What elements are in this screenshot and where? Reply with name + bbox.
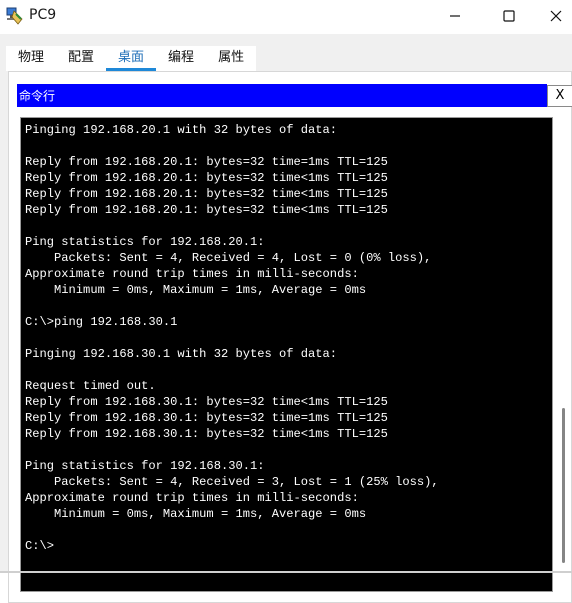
close-command-prompt-button[interactable]: X [547,85,572,107]
scrollbar-thumb[interactable] [562,408,565,563]
terminal-line: Reply from 192.168.20.1: bytes=32 time=1… [25,155,388,169]
command-prompt-header: 命令行 [17,84,547,107]
tab-bar: 物理 配置 桌面 编程 属性 [6,46,257,71]
terminal-line: Reply from 192.168.20.1: bytes=32 time<1… [25,171,388,185]
terminal-line: Approximate round trip times in milli-se… [25,267,359,281]
maximize-button[interactable] [486,0,532,32]
minimize-icon [449,10,461,22]
desktop-panel: 命令行 X Pinging 192.168.20.1 with 32 bytes… [8,71,572,603]
terminal-line: Minimum = 0ms, Maximum = 1ms, Average = … [25,283,367,297]
terminal-output[interactable]: Pinging 192.168.20.1 with 32 bytes of da… [20,117,553,592]
terminal-line: Pinging 192.168.30.1 with 32 bytes of da… [25,347,338,361]
terminal-line: Packets: Sent = 4, Received = 3, Lost = … [25,475,439,489]
terminal-line: Reply from 192.168.20.1: bytes=32 time<1… [25,187,388,201]
tab-attributes[interactable]: 属性 [206,46,256,71]
tab-programming[interactable]: 编程 [156,46,206,71]
minimize-button[interactable] [432,0,478,32]
close-icon [550,10,562,22]
terminal-line: Ping statistics for 192.168.20.1: [25,235,265,249]
terminal-line: Reply from 192.168.30.1: bytes=32 time=1… [25,411,388,425]
command-prompt-title: 命令行 [19,89,56,103]
terminal-line: Minimum = 0ms, Maximum = 1ms, Average = … [25,507,367,521]
terminal-line: Packets: Sent = 4, Received = 4, Lost = … [25,251,432,265]
window-title: PC9 [29,7,57,23]
terminal-line: Reply from 192.168.30.1: bytes=32 time<1… [25,427,388,441]
tab-physical[interactable]: 物理 [6,46,56,71]
terminal-line: Ping statistics for 192.168.30.1: [25,459,265,473]
tab-config[interactable]: 配置 [56,46,106,71]
terminal-line: Pinging 192.168.20.1 with 32 bytes of da… [25,123,338,137]
terminal-line: C:\> [25,539,55,553]
tabs-area: 物理 配置 桌面 编程 属性 命令行 X Pinging 192.168.20.… [0,34,572,603]
terminal-line: C:\>ping 192.168.30.1 [25,315,178,329]
maximize-icon [503,10,515,22]
terminal-line: Reply from 192.168.20.1: bytes=32 time<1… [25,203,388,217]
title-bar: PC9 [0,0,572,34]
tab-desktop[interactable]: 桌面 [106,46,157,71]
packet-tracer-pc-icon [4,5,26,27]
terminal-line: Reply from 192.168.30.1: bytes=32 time<1… [25,395,388,409]
terminal-line: Request timed out. [25,379,156,393]
terminal-scrollbar[interactable] [557,117,571,592]
close-window-button[interactable] [540,0,572,32]
terminal-line: Approximate round trip times in milli-se… [25,491,359,505]
